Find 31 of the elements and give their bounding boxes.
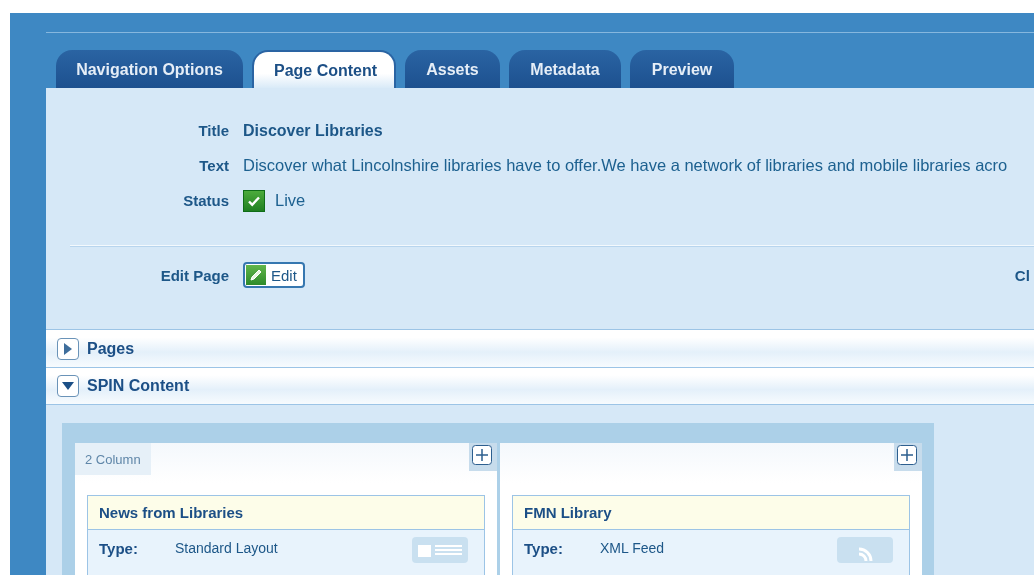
section-header[interactable]: Pages bbox=[46, 329, 1034, 367]
tab[interactable]: Navigation Options bbox=[56, 50, 243, 88]
type-label: Type: bbox=[99, 540, 139, 557]
pencil-icon bbox=[246, 265, 266, 285]
field-label: Title bbox=[197, 122, 229, 139]
field-label: Text bbox=[198, 157, 229, 174]
type-value: Standard Layout bbox=[175, 540, 278, 556]
module-title: FMN Library bbox=[513, 496, 909, 530]
layout-label: 2 Column bbox=[75, 443, 151, 475]
field-label: Status bbox=[182, 192, 229, 209]
text-value: Discover what Lincolnshire libraries have to offer.We have a network of libraries and mobile libraries acro bbox=[243, 156, 1008, 175]
tab[interactable]: Assets bbox=[405, 50, 500, 88]
expand-toggle-icon[interactable] bbox=[57, 337, 79, 360]
add-icon[interactable] bbox=[469, 443, 497, 471]
title-value: Discover Libraries bbox=[243, 121, 383, 140]
tab[interactable]: Metadata bbox=[509, 50, 621, 88]
type-value: XML Feed bbox=[600, 540, 665, 556]
field-label: Edit Page bbox=[159, 266, 229, 284]
status-value: Live bbox=[275, 191, 306, 210]
field-label: Cl bbox=[1014, 266, 1029, 284]
layout-icon bbox=[412, 537, 468, 563]
tab[interactable]: Page Content bbox=[252, 50, 396, 88]
module-title: News from Libraries bbox=[88, 496, 484, 530]
type-label: Type: bbox=[524, 540, 564, 557]
tab[interactable]: Preview bbox=[630, 50, 734, 88]
collapse-toggle-icon[interactable] bbox=[57, 375, 79, 397]
feed-icon bbox=[837, 537, 893, 563]
add-icon[interactable] bbox=[894, 443, 922, 471]
section-header[interactable]: SPIN Content bbox=[46, 367, 1034, 405]
edit-button[interactable]: Edit bbox=[243, 262, 305, 288]
status-checkbox[interactable] bbox=[243, 189, 265, 212]
